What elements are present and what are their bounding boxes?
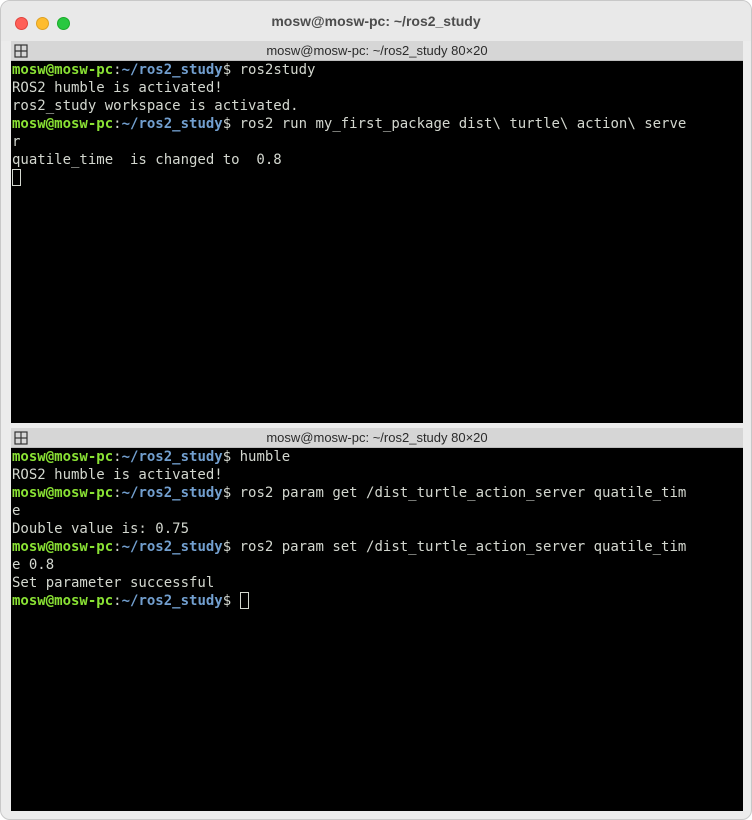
prompt-user: mosw@mosw-pc: [12, 116, 114, 132]
terminal-output-top: mosw@mosw-pc:~/ros2_study$ ros2study ROS2…: [11, 61, 743, 187]
prompt-line: mosw@mosw-pc:~/ros2_study$ ros2 param se…: [12, 538, 743, 556]
prompt-line: mosw@mosw-pc:~/ros2_study$ ros2 param ge…: [12, 484, 743, 502]
output-line: r: [12, 133, 743, 151]
minimize-button[interactable]: [36, 17, 49, 30]
output-text: ROS2 humble is activated!: [12, 80, 223, 96]
output-line: Set parameter successful: [12, 574, 743, 592]
prompt-line: mosw@mosw-pc:~/ros2_study$ ros2 run my_f…: [12, 115, 743, 133]
output-line: e 0.8: [12, 556, 743, 574]
output-text: Double value is: 0.75: [12, 521, 190, 537]
prompt-symbol: $: [222, 593, 240, 609]
terminal-output-bottom: mosw@mosw-pc:~/ros2_study$ humble ROS2 hu…: [11, 448, 743, 610]
prompt-user: mosw@mosw-pc: [12, 62, 114, 78]
prompt-symbol: $: [222, 539, 240, 555]
prompt-separator: :: [113, 539, 122, 555]
pane-title-top: mosw@mosw-pc: ~/ros2_study 80×20: [266, 43, 488, 58]
output-text: r: [12, 134, 21, 150]
output-text: Set parameter successful: [12, 575, 215, 591]
prompt-path: ~/ros2_study: [121, 449, 223, 465]
prompt-user: mosw@mosw-pc: [12, 539, 114, 555]
command-text: humble: [239, 449, 291, 465]
prompt-separator: :: [113, 593, 122, 609]
prompt-line: mosw@mosw-pc:~/ros2_study$ humble: [12, 448, 743, 466]
output-text: quatile_time is changed to 0.8: [12, 152, 282, 168]
output-text: e 0.8: [12, 557, 55, 573]
output-text: ros2_study workspace is activated.: [12, 98, 299, 114]
prompt-user: mosw@mosw-pc: [12, 485, 114, 501]
window-title: mosw@mosw-pc: ~/ros2_study: [271, 13, 481, 29]
command-text: ros2 run my_first_package dist\ turtle\ …: [239, 116, 687, 132]
title-bar[interactable]: mosw@mosw-pc: ~/ros2_study: [1, 1, 751, 41]
prompt-path: ~/ros2_study: [121, 593, 223, 609]
output-line: ROS2 humble is activated!: [12, 466, 743, 484]
prompt-separator: :: [113, 485, 122, 501]
prompt-path: ~/ros2_study: [121, 539, 223, 555]
output-line: quatile_time is changed to 0.8: [12, 151, 743, 169]
cursor-line: [12, 169, 743, 187]
window-controls: [15, 17, 70, 30]
terminal-pane-bottom[interactable]: mosw@mosw-pc:~/ros2_study$ humble ROS2 hu…: [11, 448, 743, 811]
prompt-symbol: $: [222, 449, 240, 465]
prompt-user: mosw@mosw-pc: [12, 593, 114, 609]
pane-header-bottom[interactable]: mosw@mosw-pc: ~/ros2_study 80×20: [11, 428, 743, 448]
prompt-symbol: $: [222, 62, 240, 78]
prompt-path: ~/ros2_study: [121, 62, 223, 78]
terminal-window: mosw@mosw-pc: ~/ros2_study mosw@mosw-pc:…: [0, 0, 752, 820]
zoom-button[interactable]: [57, 17, 70, 30]
prompt-user: mosw@mosw-pc: [12, 449, 114, 465]
prompt-line: mosw@mosw-pc:~/ros2_study$ ros2study: [12, 61, 743, 79]
output-text: ROS2 humble is activated!: [12, 467, 223, 483]
pane-header-top[interactable]: mosw@mosw-pc: ~/ros2_study 80×20: [11, 41, 743, 61]
command-text: ros2study: [239, 62, 316, 78]
output-line: Double value is: 0.75: [12, 520, 743, 538]
output-line: e: [12, 502, 743, 520]
close-button[interactable]: [15, 17, 28, 30]
split-pane-icon[interactable]: [14, 43, 28, 58]
terminal-cursor: [12, 169, 21, 186]
terminal-pane-top[interactable]: mosw@mosw-pc:~/ros2_study$ ros2study ROS2…: [11, 61, 743, 423]
prompt-line: mosw@mosw-pc:~/ros2_study$: [12, 592, 743, 610]
prompt-separator: :: [113, 449, 122, 465]
prompt-path: ~/ros2_study: [121, 116, 223, 132]
output-text: e: [12, 503, 21, 519]
pane-title-bottom: mosw@mosw-pc: ~/ros2_study 80×20: [266, 430, 488, 445]
prompt-separator: :: [113, 116, 122, 132]
prompt-symbol: $: [222, 116, 240, 132]
output-line: ros2_study workspace is activated.: [12, 97, 743, 115]
prompt-separator: :: [113, 62, 122, 78]
command-text: ros2 param get /dist_turtle_action_serve…: [239, 485, 687, 501]
split-pane-icon[interactable]: [14, 430, 28, 445]
command-text: ros2 param set /dist_turtle_action_serve…: [239, 539, 687, 555]
prompt-symbol: $: [222, 485, 240, 501]
terminal-cursor: [239, 592, 249, 609]
prompt-path: ~/ros2_study: [121, 485, 223, 501]
output-line: ROS2 humble is activated!: [12, 79, 743, 97]
